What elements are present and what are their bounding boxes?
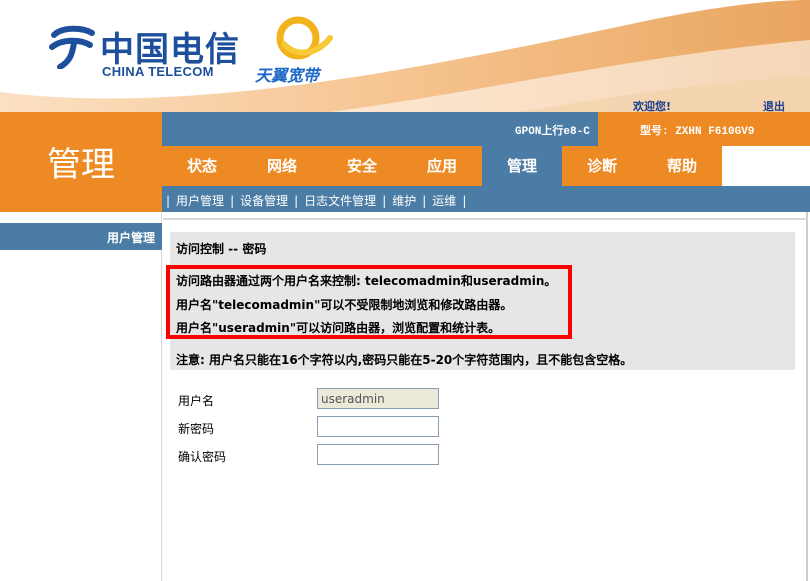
china-telecom-logo-icon bbox=[49, 25, 95, 69]
section-title: 管理 bbox=[47, 145, 115, 185]
sub-nav-user-management[interactable]: 用户管理 bbox=[176, 194, 224, 208]
nav-tab-status[interactable]: 状态 bbox=[162, 146, 242, 186]
username-label: 用户名 bbox=[178, 394, 215, 408]
tianyi-logo-icon bbox=[276, 16, 333, 60]
sub-nav-device-management[interactable]: 设备管理 bbox=[240, 194, 288, 208]
nav-tab-diagnosis[interactable]: 诊断 bbox=[562, 146, 642, 186]
welcome-text: 欢迎您! bbox=[633, 100, 672, 112]
sub-nav-divider: | bbox=[462, 194, 467, 208]
sub-nav-operations[interactable]: 运维 bbox=[432, 194, 456, 208]
sub-nav-items: | 用户管理 | 设备管理 | 日志文件管理 | 维护 | 运维 | bbox=[166, 192, 472, 209]
brand-english: CHINA TELECOM bbox=[102, 64, 214, 79]
content-divider bbox=[163, 218, 808, 220]
highlight-box bbox=[166, 265, 572, 339]
username-field[interactable] bbox=[317, 388, 439, 409]
sub-nav-divider: | bbox=[382, 194, 387, 208]
sub-nav-divider: | bbox=[422, 194, 427, 208]
new-password-label: 新密码 bbox=[178, 422, 215, 436]
sub-nav-log-management[interactable]: 日志文件管理 bbox=[304, 194, 376, 208]
main-nav-spacer bbox=[722, 146, 810, 186]
new-password-field[interactable] bbox=[317, 416, 439, 437]
model-info: 型号: ZXHN F610GV9 bbox=[640, 126, 755, 138]
note-text: 注意: 用户名只能在16个字符以内,密码只能在5-20个字符范围内，且不能包含空… bbox=[176, 353, 633, 367]
nav-tab-security[interactable]: 安全 bbox=[322, 146, 402, 186]
sub-nav-divider: | bbox=[166, 194, 171, 208]
confirm-password-label: 确认密码 bbox=[178, 450, 227, 464]
nav-tab-network[interactable]: 网络 bbox=[242, 146, 322, 186]
sidebar bbox=[0, 212, 162, 581]
product-name: 天翼宽带 bbox=[255, 66, 320, 85]
nav-tab-management[interactable]: 管理 bbox=[482, 146, 562, 186]
header: 中国电信 CHINA TELECOM 天翼宽带 欢迎您! 退出 bbox=[0, 0, 810, 112]
sub-nav-divider: | bbox=[294, 194, 299, 208]
sidebar-item-label: 用户管理 bbox=[106, 231, 155, 245]
nav-tab-application[interactable]: 应用 bbox=[402, 146, 482, 186]
confirm-password-field[interactable] bbox=[317, 444, 439, 465]
sub-nav-divider: | bbox=[230, 194, 235, 208]
gpon-info: GPON上行e8-C bbox=[515, 126, 590, 138]
sub-nav-maintenance[interactable]: 维护 bbox=[392, 194, 416, 208]
nav-tab-help[interactable]: 帮助 bbox=[642, 146, 722, 186]
page-title: 访问控制 -- 密码 bbox=[176, 242, 267, 256]
logout-link[interactable]: 退出 bbox=[763, 98, 785, 112]
